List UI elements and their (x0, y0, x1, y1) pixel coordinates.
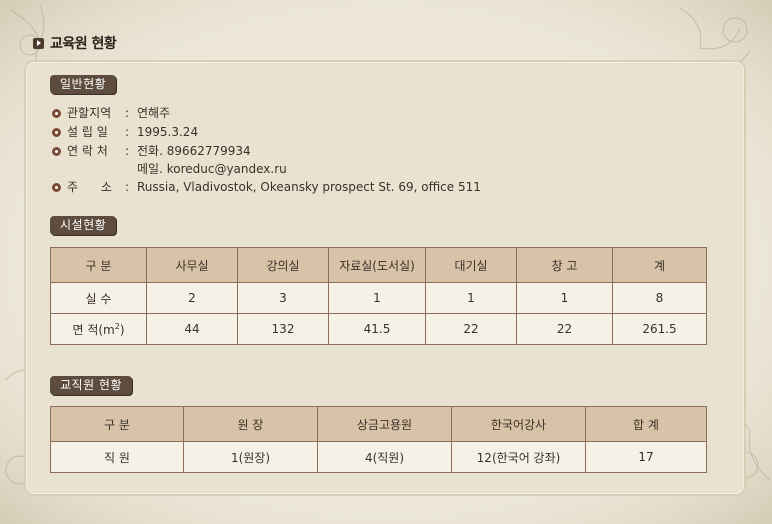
table-cell: 4(직원) (317, 441, 452, 473)
table-cell: 8 (612, 282, 707, 314)
row-label: 면 적(m2) (50, 313, 147, 345)
info-row-founded: 설 립 일 : 1995.3.24 (52, 123, 481, 142)
table-cell: 22 (516, 313, 613, 345)
table-cell: 2 (146, 282, 238, 314)
bullet-icon (52, 147, 61, 156)
section-label-general: 일반현황 (50, 75, 117, 94)
table-header: 구 분 (50, 247, 147, 283)
table-header: 자료실(도서실) (328, 247, 426, 283)
table-cell: 1(원장) (183, 441, 318, 473)
table-header: 사무실 (146, 247, 238, 283)
info-value: Russia, Vladivostok, Okeansky prospect S… (137, 180, 481, 194)
table-row: 면 적(m2) 44 132 41.5 22 22 261.5 (50, 313, 707, 345)
section-label-facilities: 시설현황 (50, 216, 117, 235)
table-cell: 132 (237, 313, 329, 345)
table-row: 실 수 2 3 1 1 1 8 (50, 282, 707, 314)
table-header: 원 장 (183, 406, 318, 442)
info-value-phone: 전화. 89662779934 (137, 144, 251, 158)
title-bullet-icon (33, 37, 44, 49)
bullet-icon (52, 128, 61, 137)
table-cell: 1 (328, 282, 426, 314)
table-cell: 12(한국어 강좌) (451, 441, 586, 473)
info-row-contact: 연 락 처 : 전화. 89662779934 메일. koreduc@yand… (52, 142, 481, 178)
table-cell: 22 (425, 313, 517, 345)
bullet-icon (52, 109, 61, 118)
info-value-email[interactable]: 메일. koreduc@yandex.ru (137, 160, 287, 178)
row-label: 직 원 (50, 441, 184, 473)
table-header-row: 구 분 사무실 강의실 자료실(도서실) 대기실 창 고 계 (50, 247, 707, 283)
table-header: 상금고용원 (317, 406, 452, 442)
table-cell: 3 (237, 282, 329, 314)
table-header: 구 분 (50, 406, 184, 442)
table-header: 한국어강사 (451, 406, 586, 442)
table-header: 계 (612, 247, 707, 283)
page-title-row: 교육원 현황 (33, 33, 117, 53)
info-value: 연해주 (137, 106, 171, 120)
table-header: 합 계 (585, 406, 707, 442)
staff-table: 구 분 원 장 상금고용원 한국어강사 합 계 직 원 1(원장) 4(직원) … (50, 406, 707, 473)
info-key: 관할지역 (67, 106, 112, 120)
info-value: 1995.3.24 (137, 125, 199, 139)
table-header-row: 구 분 원 장 상금고용원 한국어강사 합 계 (50, 406, 707, 442)
bullet-icon (52, 183, 61, 192)
table-header: 대기실 (425, 247, 517, 283)
info-row-address: 주 소 : Russia, Vladivostok, Okeansky pros… (52, 178, 481, 197)
table-cell: 1 (516, 282, 613, 314)
table-row: 직 원 1(원장) 4(직원) 12(한국어 강좌) 17 (50, 441, 707, 473)
general-info-list: 관할지역 : 연해주 설 립 일 : 1995.3.24 연 락 처 : 전화.… (52, 104, 481, 197)
table-header: 창 고 (516, 247, 613, 283)
table-cell: 1 (425, 282, 517, 314)
table-cell: 261.5 (612, 313, 707, 345)
info-row-region: 관할지역 : 연해주 (52, 104, 481, 123)
row-label: 실 수 (50, 282, 147, 314)
info-key: 연 락 처 (67, 144, 108, 158)
page-title: 교육원 현황 (50, 36, 117, 52)
info-key: 주 소 (67, 180, 112, 194)
table-cell: 17 (585, 441, 707, 473)
facilities-table: 구 분 사무실 강의실 자료실(도서실) 대기실 창 고 계 실 수 2 3 1… (50, 247, 707, 345)
table-header: 강의실 (237, 247, 329, 283)
table-cell: 44 (146, 313, 238, 345)
table-cell: 41.5 (328, 313, 426, 345)
section-label-staff: 교직원 현황 (50, 376, 133, 395)
info-key: 설 립 일 (67, 125, 108, 139)
